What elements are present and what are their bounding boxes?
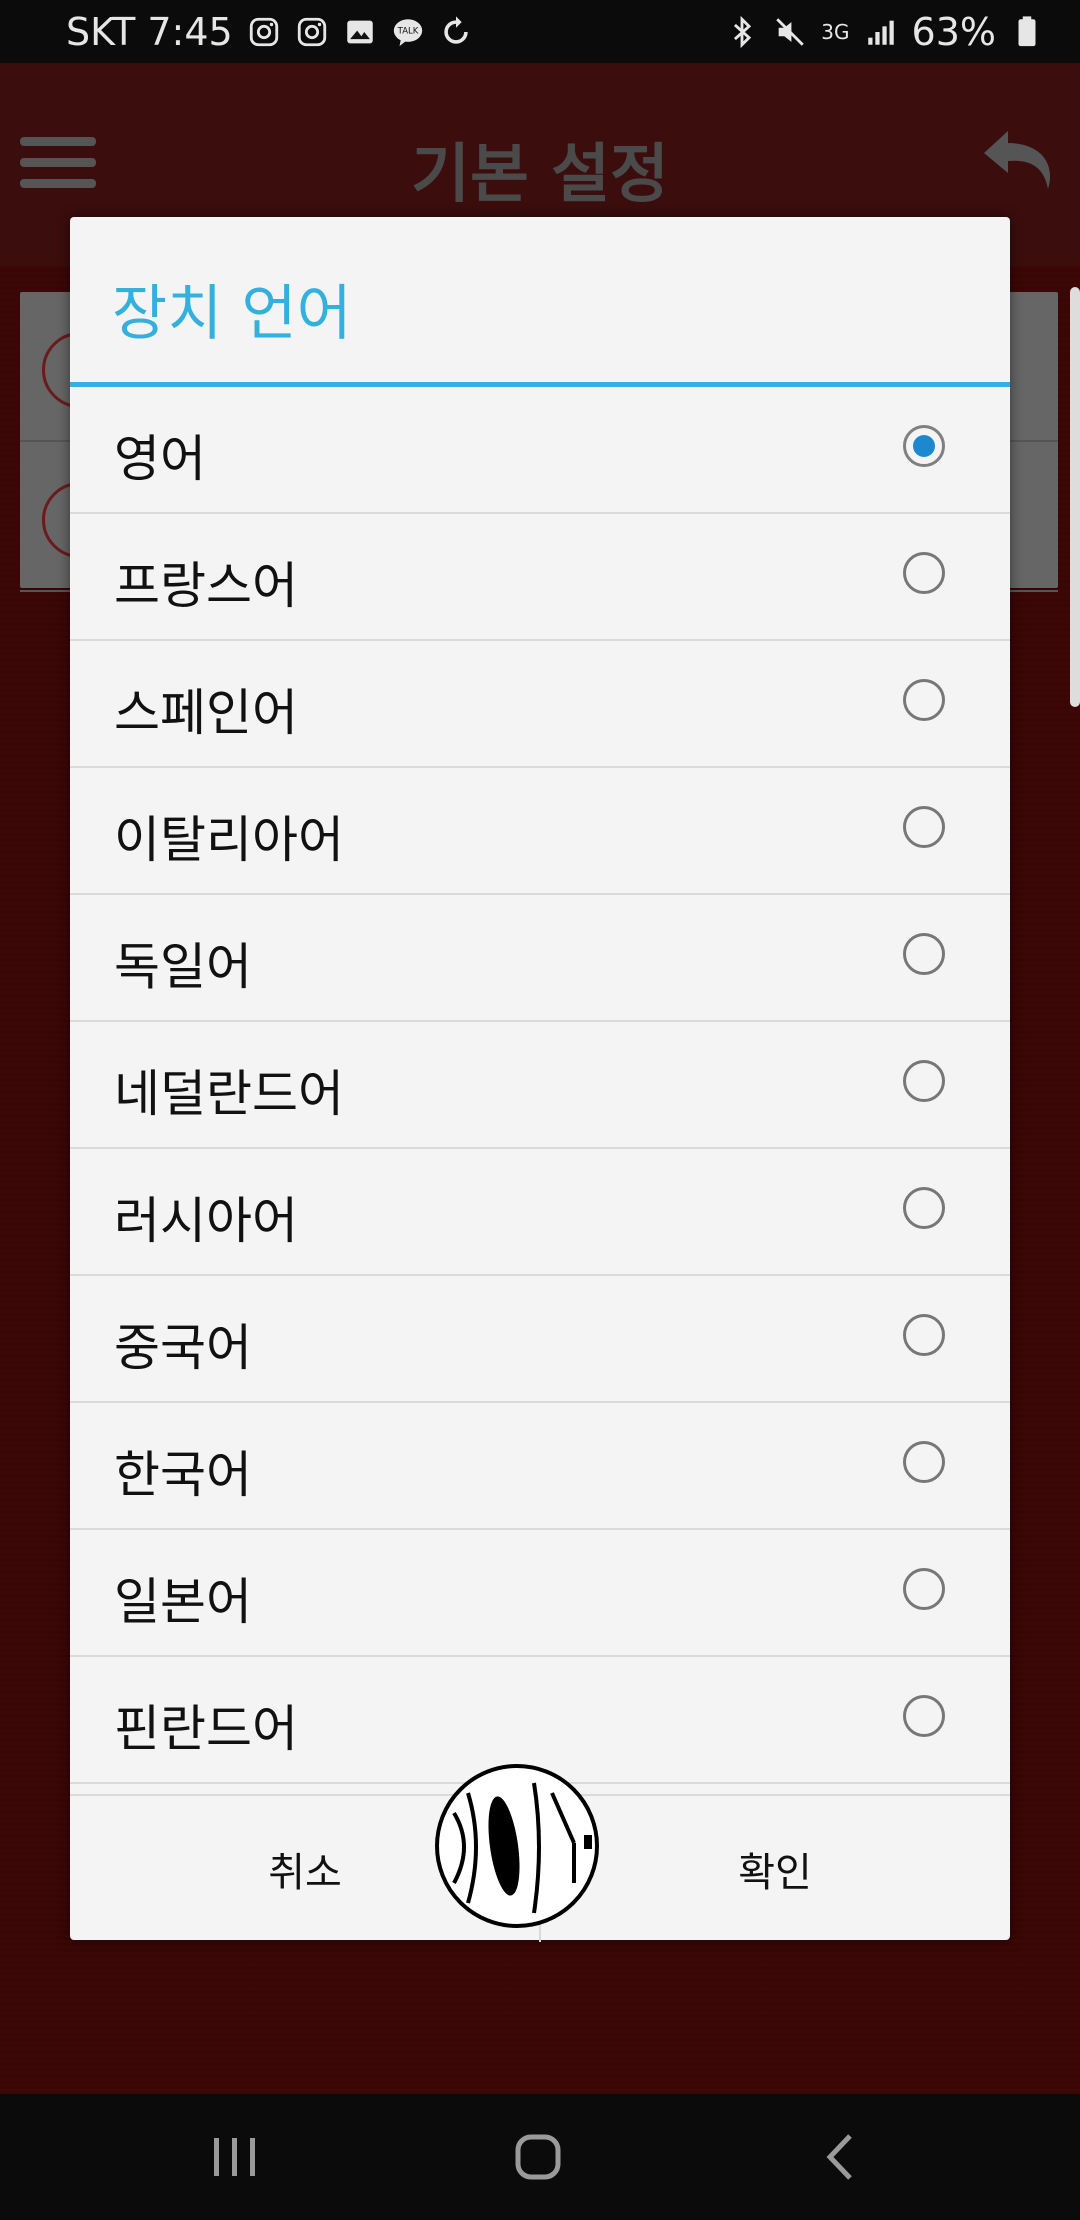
- svg-text:TALK: TALK: [396, 26, 418, 36]
- option-label: 네덜란드어: [114, 1065, 344, 1123]
- language-option[interactable]: 프랑스어: [70, 514, 1010, 641]
- option-label: 러시아어: [114, 1192, 298, 1250]
- gallery-icon: [343, 15, 377, 49]
- radio-button[interactable]: [903, 1314, 945, 1356]
- language-option[interactable]: 스페인어: [70, 641, 1010, 768]
- floating-logo-icon[interactable]: [434, 1763, 600, 1929]
- radio-button[interactable]: [903, 1060, 945, 1102]
- instagram-icon: [247, 15, 281, 49]
- radio-button[interactable]: [903, 552, 945, 594]
- radio-button[interactable]: [903, 1187, 945, 1229]
- status-bar: SKT 7:45 TALK 3G 63%: [0, 0, 1080, 63]
- home-icon[interactable]: [503, 2124, 573, 2190]
- back-icon[interactable]: [806, 2124, 876, 2190]
- navigation-bar: [0, 2094, 1080, 2220]
- language-option[interactable]: 중국어: [70, 1276, 1010, 1403]
- language-option[interactable]: 독일어: [70, 895, 1010, 1022]
- language-option[interactable]: 일본어: [70, 1530, 1010, 1657]
- option-label: 영어: [114, 430, 206, 488]
- recents-icon[interactable]: [200, 2124, 270, 2190]
- language-option[interactable]: 이탈리아어: [70, 768, 1010, 895]
- talk-icon: TALK: [391, 15, 425, 49]
- mute-icon: [773, 15, 807, 49]
- option-label: 프랑스어: [114, 557, 298, 615]
- page-title: 기본 설정: [411, 138, 669, 212]
- radio-button[interactable]: [903, 1441, 945, 1483]
- radio-button[interactable]: [903, 1695, 945, 1737]
- signal-icon: [864, 15, 898, 49]
- language-options: 영어프랑스어스페인어이탈리아어독일어네덜란드어러시아어중국어한국어일본어핀란드어: [70, 387, 1010, 1784]
- option-label: 중국어: [114, 1319, 252, 1377]
- radio-button[interactable]: [903, 679, 945, 721]
- language-option[interactable]: 한국어: [70, 1403, 1010, 1530]
- language-option[interactable]: 영어: [70, 387, 1010, 514]
- undo-back-icon[interactable]: [978, 123, 1060, 199]
- option-label: 한국어: [114, 1446, 252, 1504]
- option-label: 이탈리아어: [114, 811, 344, 869]
- radio-button-checked[interactable]: [903, 425, 945, 467]
- network-type: 3G: [821, 19, 850, 44]
- dialog-title: 장치 언어: [112, 279, 352, 349]
- battery-icon: [1010, 15, 1044, 49]
- battery-percent: 63%: [911, 9, 996, 54]
- language-option[interactable]: 네덜란드어: [70, 1022, 1010, 1149]
- carrier-time: SKT 7:45: [66, 9, 233, 54]
- language-option[interactable]: 러시아어: [70, 1149, 1010, 1276]
- language-dialog: 장치 언어 영어프랑스어스페인어이탈리아어독일어네덜란드어러시아어중국어한국어일…: [70, 217, 1010, 1942]
- sync-icon: [439, 15, 473, 49]
- option-label: 스페인어: [114, 684, 298, 742]
- radio-button[interactable]: [903, 1568, 945, 1610]
- scrollbar[interactable]: [1070, 287, 1080, 707]
- radio-button[interactable]: [903, 806, 945, 848]
- option-label: 일본어: [114, 1573, 252, 1631]
- option-label: 핀란드어: [114, 1700, 298, 1758]
- instagram-icon: [295, 15, 329, 49]
- confirm-button[interactable]: 확인: [540, 1796, 1010, 1942]
- option-label: 독일어: [114, 938, 252, 996]
- bluetooth-icon: [725, 15, 759, 49]
- radio-button[interactable]: [903, 933, 945, 975]
